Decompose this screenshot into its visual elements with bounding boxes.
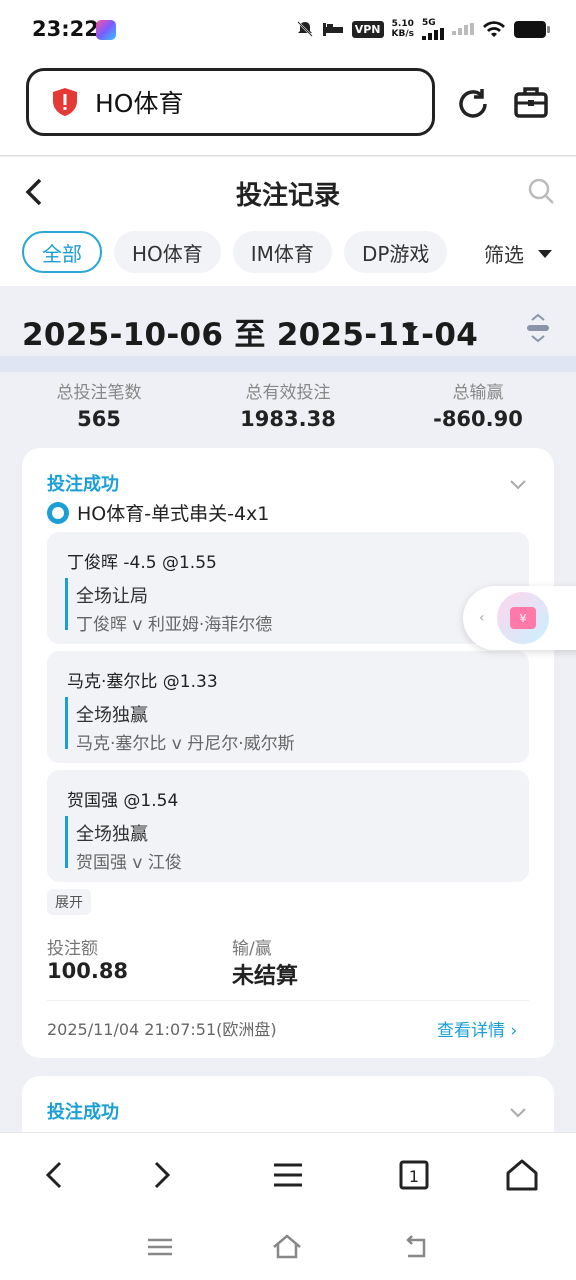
mute-bell-icon — [297, 21, 313, 37]
url-bar[interactable]: HO体育 — [26, 68, 435, 136]
tab-all[interactable]: 全部 — [22, 231, 102, 273]
stat-label: 总输赢 — [452, 383, 504, 403]
card-divider — [47, 1000, 529, 1001]
menu-icon[interactable] — [268, 1155, 308, 1195]
bet-status: 投注成功 — [47, 1102, 119, 1123]
battery-icon — [514, 20, 550, 38]
toolbox-icon[interactable] — [513, 84, 549, 120]
nav-back-icon[interactable] — [34, 1155, 74, 1195]
status-icons: VPN 5.10 KB/s 5G — [296, 18, 550, 40]
bet-type-label: HO体育-单式串关-4x1 — [77, 503, 270, 525]
stake-label: 投注额 — [47, 939, 98, 959]
leg-accent-bar — [65, 816, 68, 868]
chevron-down-icon[interactable] — [510, 480, 526, 490]
browser-toolbar: HO体育 — [0, 60, 576, 156]
leg-match: 马克·塞尔比 v 丹尼尔·威尔斯 — [76, 734, 295, 754]
network-type: 5G — [422, 18, 436, 28]
url-text: HO体育 — [95, 89, 184, 118]
red-envelope-icon: ¥ — [497, 592, 549, 644]
speed-unit: KB/s — [391, 29, 414, 39]
tab-im-sports[interactable]: IM体育 — [232, 231, 332, 273]
tab-bar: 全部 HO体育 IM体育 DP游戏 — [22, 231, 448, 273]
leg-match: 贺国强 v 江俊 — [76, 853, 182, 873]
tab-dp-games[interactable]: DP游戏 — [343, 231, 448, 273]
section-divider — [0, 356, 576, 372]
leg-accent-bar — [65, 697, 68, 749]
leg-market: 全场独赢 — [76, 705, 148, 726]
chevron-left-icon: ‹ — [479, 610, 485, 626]
leg-market: 全场独赢 — [76, 824, 148, 845]
tabs-count-icon[interactable]: 1 — [394, 1155, 434, 1195]
stat-total-bets: 总投注笔数 565 — [4, 378, 194, 431]
leg-market: 全场让局 — [76, 586, 148, 607]
result-value: 未结算 — [232, 964, 299, 989]
signal-group: 5G — [422, 18, 444, 40]
bet-leg: 丁俊晖 -4.5 @1.55 全场让局 丁俊晖 v 利亚姆·海菲尔德 — [47, 532, 529, 644]
chevron-down-icon[interactable] — [510, 1108, 526, 1118]
system-back-icon[interactable] — [398, 1230, 432, 1264]
back-arrow-icon[interactable] — [22, 177, 46, 207]
view-details-link[interactable]: 查看详情 › — [437, 1016, 517, 1041]
bet-leg: 马克·塞尔比 @1.33 全场独赢 马克·塞尔比 v 丹尼尔·威尔斯 — [47, 651, 529, 763]
stat-label: 总有效投注 — [245, 383, 331, 403]
filter-label: 筛选 — [484, 243, 524, 267]
leg-match: 丁俊晖 v 利亚姆·海菲尔德 — [76, 615, 273, 635]
vpn-badge: VPN — [351, 20, 384, 38]
nav-forward-icon[interactable] — [142, 1155, 182, 1195]
stat-win-loss: 总输赢 -860.90 — [383, 378, 573, 431]
status-bar: 23:22 VPN 5.10 KB/s 5G — [0, 0, 576, 60]
bet-type: HO体育-单式串关-4x1 — [47, 499, 269, 526]
search-icon[interactable] — [527, 177, 555, 205]
leg-selection: 丁俊晖 -4.5 @1.55 — [67, 553, 217, 573]
filter-button[interactable]: 筛选 — [484, 239, 552, 268]
reload-icon[interactable] — [455, 86, 491, 122]
bet-timestamp: 2025/11/04 21:07:51(欧洲盘) — [47, 1020, 277, 1039]
bet-leg: 贺国强 @1.54 全场独赢 贺国强 v 江俊 — [47, 770, 529, 882]
caret-down-icon — [404, 326, 418, 334]
home-icon[interactable] — [502, 1155, 542, 1195]
browser-bottom-nav: 1 — [0, 1132, 576, 1214]
date-range-row: 2025-10-06 至 2025-11-04 — [0, 287, 576, 357]
leg-selection: 贺国强 @1.54 — [67, 791, 179, 811]
stat-value: 565 — [77, 407, 121, 431]
svg-text:1: 1 — [409, 1167, 419, 1186]
sort-toggle-icon[interactable] — [524, 312, 552, 344]
shield-alert-icon — [53, 88, 77, 116]
system-home-icon[interactable] — [270, 1230, 304, 1264]
bed-icon — [322, 23, 343, 36]
leg-selection: 马克·塞尔比 @1.33 — [67, 672, 218, 692]
app-notification-icon — [96, 20, 116, 40]
page-title: 投注记录 — [235, 181, 340, 211]
speed-value: 5.10 — [391, 19, 414, 29]
bet-status: 投注成功 — [47, 474, 119, 495]
stat-value: -860.90 — [433, 407, 523, 431]
system-nav-bar — [0, 1214, 576, 1280]
page-header: 投注记录 全部 HO体育 IM体育 DP游戏 筛选 — [0, 157, 576, 286]
bet-card[interactable]: 投注成功 HO体育-单式串关-4x1 丁俊晖 -4.5 @1.55 全场让局 丁… — [22, 448, 554, 1058]
stat-valid-bets: 总有效投注 1983.38 — [193, 378, 383, 431]
signal-2-icon — [452, 23, 474, 35]
signal-icon — [422, 28, 444, 40]
soccer-ball-icon — [47, 501, 69, 524]
status-time: 23:22 — [32, 17, 99, 41]
stake-value: 100.88 — [47, 959, 129, 983]
network-speed: 5.10 KB/s — [392, 19, 414, 39]
leg-accent-bar — [65, 578, 68, 630]
floating-promo-bubble[interactable]: ‹ ¥ — [463, 586, 576, 650]
wifi-icon — [483, 21, 505, 37]
recent-apps-icon[interactable] — [143, 1230, 177, 1264]
expand-button[interactable]: 展开 — [47, 889, 91, 915]
caret-down-icon — [538, 249, 552, 258]
stat-value: 1983.38 — [240, 407, 336, 431]
tab-ho-sports[interactable]: HO体育 — [114, 231, 221, 273]
result-label: 输/赢 — [232, 939, 272, 959]
stat-label: 总投注笔数 — [56, 383, 142, 403]
